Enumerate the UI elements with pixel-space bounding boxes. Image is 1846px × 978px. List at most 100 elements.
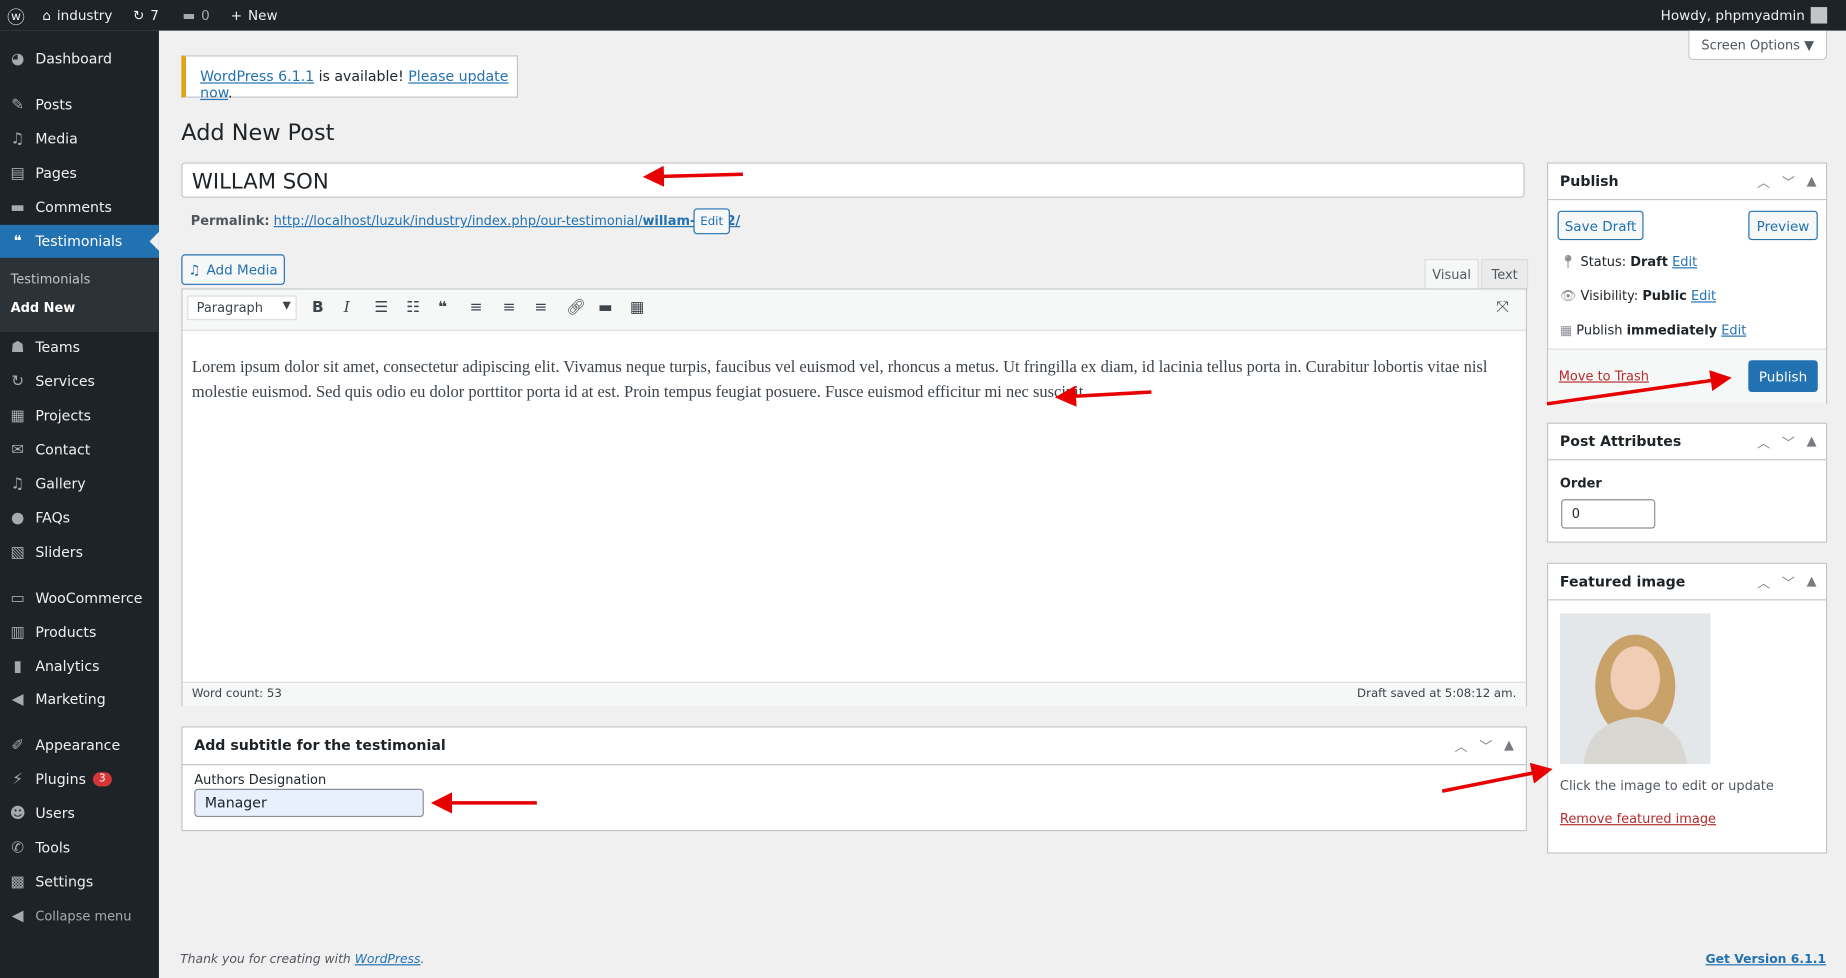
featured-image-hint: Click the image to edit or update: [1559, 778, 1774, 794]
collapse-menu-button[interactable]: ◀ Collapse menu: [0, 899, 159, 932]
publish-metabox: Publish ︿ ﹀ ▲ Save Draft Preview 📍︎ Status…: [1546, 162, 1828, 404]
move-up-icon[interactable]: ︿: [1757, 573, 1770, 592]
metabox-title: Add subtitle for the testimonial: [194, 736, 446, 754]
bold-icon[interactable]: B: [312, 299, 324, 317]
tab-text[interactable]: Text: [1481, 259, 1529, 290]
visibility-edit-link[interactable]: Edit: [1691, 288, 1716, 303]
blockquote-icon[interactable]: ❝: [438, 299, 447, 317]
submenu-add-new[interactable]: Add New: [11, 300, 76, 315]
submenu-testimonials[interactable]: Testimonials: [11, 272, 91, 287]
move-down-icon[interactable]: ﹀: [1782, 173, 1795, 192]
sidebar-item-testimonials[interactable]: ❝ Testimonials: [0, 224, 159, 258]
wordpress-link[interactable]: WordPress: [355, 952, 421, 966]
get-version-link[interactable]: Get Version 6.1.1: [1705, 952, 1826, 966]
sidebar-item-contact[interactable]: ✉ Contact: [0, 433, 159, 466]
order-input[interactable]: 0: [1561, 499, 1656, 529]
editor-content[interactable]: Lorem ipsum dolor sit amet, consectetur …: [192, 356, 1516, 405]
remove-featured-image-link[interactable]: Remove featured image: [1560, 811, 1716, 826]
plus-icon: +: [230, 7, 243, 24]
tab-visual[interactable]: Visual: [1424, 259, 1479, 290]
sidebar-item-marketing[interactable]: ◀ Marketing: [0, 683, 159, 716]
publish-button[interactable]: Publish: [1748, 360, 1818, 393]
word-count: Word count: 53: [191, 687, 282, 701]
featured-image[interactable]: [1559, 613, 1711, 765]
pages-icon: ▤: [10, 164, 25, 182]
move-down-icon[interactable]: ﹀: [1782, 573, 1795, 592]
woo-icon: ▭: [10, 589, 25, 607]
move-up-icon[interactable]: ︿: [1757, 433, 1770, 452]
permalink-edit-button[interactable]: Edit: [693, 208, 730, 235]
move-to-trash-link[interactable]: Move to Trash: [1559, 368, 1649, 383]
sidebar-item-woocommerce[interactable]: ▭ WooCommerce: [0, 582, 159, 615]
sidebar-item-posts[interactable]: ✎ Posts: [0, 88, 159, 121]
wordpress-version-link[interactable]: WordPress 6.1.1: [200, 68, 314, 84]
sidebar-item-faqs[interactable]: ● FAQs: [0, 502, 159, 535]
align-right-icon[interactable]: ≡: [534, 299, 547, 317]
eye-icon: 👁︎: [1559, 288, 1577, 304]
preview-button[interactable]: Preview: [1748, 210, 1818, 241]
sidebar-item-users[interactable]: ☻ Users: [0, 797, 159, 830]
move-down-icon[interactable]: ﹀: [1782, 433, 1795, 452]
save-draft-button[interactable]: Save Draft: [1557, 210, 1644, 241]
sidebar-item-plugins[interactable]: ⚡ Plugins 3: [0, 763, 159, 796]
sidebar-item-comments[interactable]: ▬ Comments: [0, 191, 159, 224]
publish-title: Publish: [1559, 173, 1619, 190]
home-icon: ⌂: [42, 7, 51, 24]
move-up-icon[interactable]: ︿: [1455, 737, 1468, 756]
new-content-link[interactable]: + New: [231, 7, 278, 23]
numbered-list-icon[interactable]: ☷: [406, 299, 420, 317]
sidebar-item-teams[interactable]: ☗ Teams: [0, 331, 159, 364]
teams-icon: ☗: [10, 338, 25, 357]
sidebar-item-projects[interactable]: ▦ Projects: [0, 399, 159, 432]
permalink: Permalink: http://localhost/luzuk/indust…: [190, 213, 741, 229]
editor: Lorem ipsum dolor sit amet, consectetur …: [181, 288, 1527, 707]
toggle-icon[interactable]: ▲: [1807, 433, 1817, 452]
sidebar-item-analytics[interactable]: ▮ Analytics: [0, 650, 159, 683]
plugin-icon: ⚡: [12, 770, 24, 789]
toggle-icon[interactable]: ▲: [1807, 573, 1817, 592]
sidebar-item-media[interactable]: ♫ Media: [0, 122, 159, 155]
status-edit-link[interactable]: Edit: [1672, 254, 1697, 269]
toggle-icon[interactable]: ▲: [1807, 173, 1817, 192]
toggle-icon[interactable]: ▲: [1504, 737, 1514, 756]
permalink-url[interactable]: http://localhost/luzuk/industry/index.ph…: [274, 213, 741, 228]
sidebar-item-dashboard[interactable]: ◕ Dashboard: [0, 42, 159, 75]
draft-saved-status: Draft saved at 5:08:12 am.: [1357, 687, 1517, 701]
account-menu[interactable]: Howdy, phpmyadmin: [1661, 7, 1828, 24]
projects-icon: ▦: [10, 406, 25, 425]
sidebar-item-products[interactable]: ▥ Products: [0, 616, 159, 649]
add-media-button[interactable]: ♫ Add Media: [181, 254, 285, 285]
toolbar-toggle-icon[interactable]: ▦: [630, 299, 644, 317]
italic-icon[interactable]: I: [344, 299, 350, 317]
format-select[interactable]: Paragraph ▼: [187, 295, 297, 321]
bullet-list-icon[interactable]: ☰: [374, 299, 388, 317]
sidebar-item-gallery[interactable]: ♫ Gallery: [0, 467, 159, 500]
read-more-icon[interactable]: ▬: [598, 299, 612, 317]
post-title-input[interactable]: WILLAM SON: [181, 162, 1525, 198]
brush-icon: ✐: [11, 736, 25, 755]
fullscreen-icon[interactable]: ⤧: [1496, 299, 1508, 317]
sidebar-item-sliders[interactable]: ▧ Sliders: [0, 536, 159, 569]
sidebar-item-tools[interactable]: ✆ Tools: [0, 831, 159, 864]
sidebar-item-settings[interactable]: ▩ Settings: [0, 865, 159, 898]
designation-input[interactable]: Manager: [194, 788, 424, 818]
megaphone-icon: ◀: [11, 690, 24, 709]
update-notice: WordPress 6.1.1 is available! Please upd…: [181, 55, 519, 101]
link-icon[interactable]: 🔗︎: [566, 299, 585, 317]
site-name-link[interactable]: ⌂ industry: [42, 7, 112, 23]
align-center-icon[interactable]: ≡: [503, 299, 516, 317]
updates-link[interactable]: ↻ 7: [133, 7, 159, 23]
sidebar-item-appearance[interactable]: ✐ Appearance: [0, 729, 159, 762]
wordpress-logo-icon[interactable]: ⓦ: [7, 5, 25, 30]
move-down-icon[interactable]: ﹀: [1479, 737, 1492, 756]
comments-link[interactable]: ▬ 0: [182, 7, 209, 23]
move-up-icon[interactable]: ︿: [1757, 173, 1770, 192]
sidebar-item-services[interactable]: ↻ Services: [0, 365, 159, 398]
screen-options-button[interactable]: Screen Options ▼: [1688, 30, 1828, 61]
sidebar-item-pages[interactable]: ▤ Pages: [0, 157, 159, 190]
gallery-icon: ♫: [10, 475, 25, 493]
schedule-edit-link[interactable]: Edit: [1721, 323, 1746, 338]
align-left-icon[interactable]: ≡: [470, 299, 483, 317]
faq-icon: ●: [10, 509, 25, 527]
products-icon: ▥: [10, 623, 25, 642]
